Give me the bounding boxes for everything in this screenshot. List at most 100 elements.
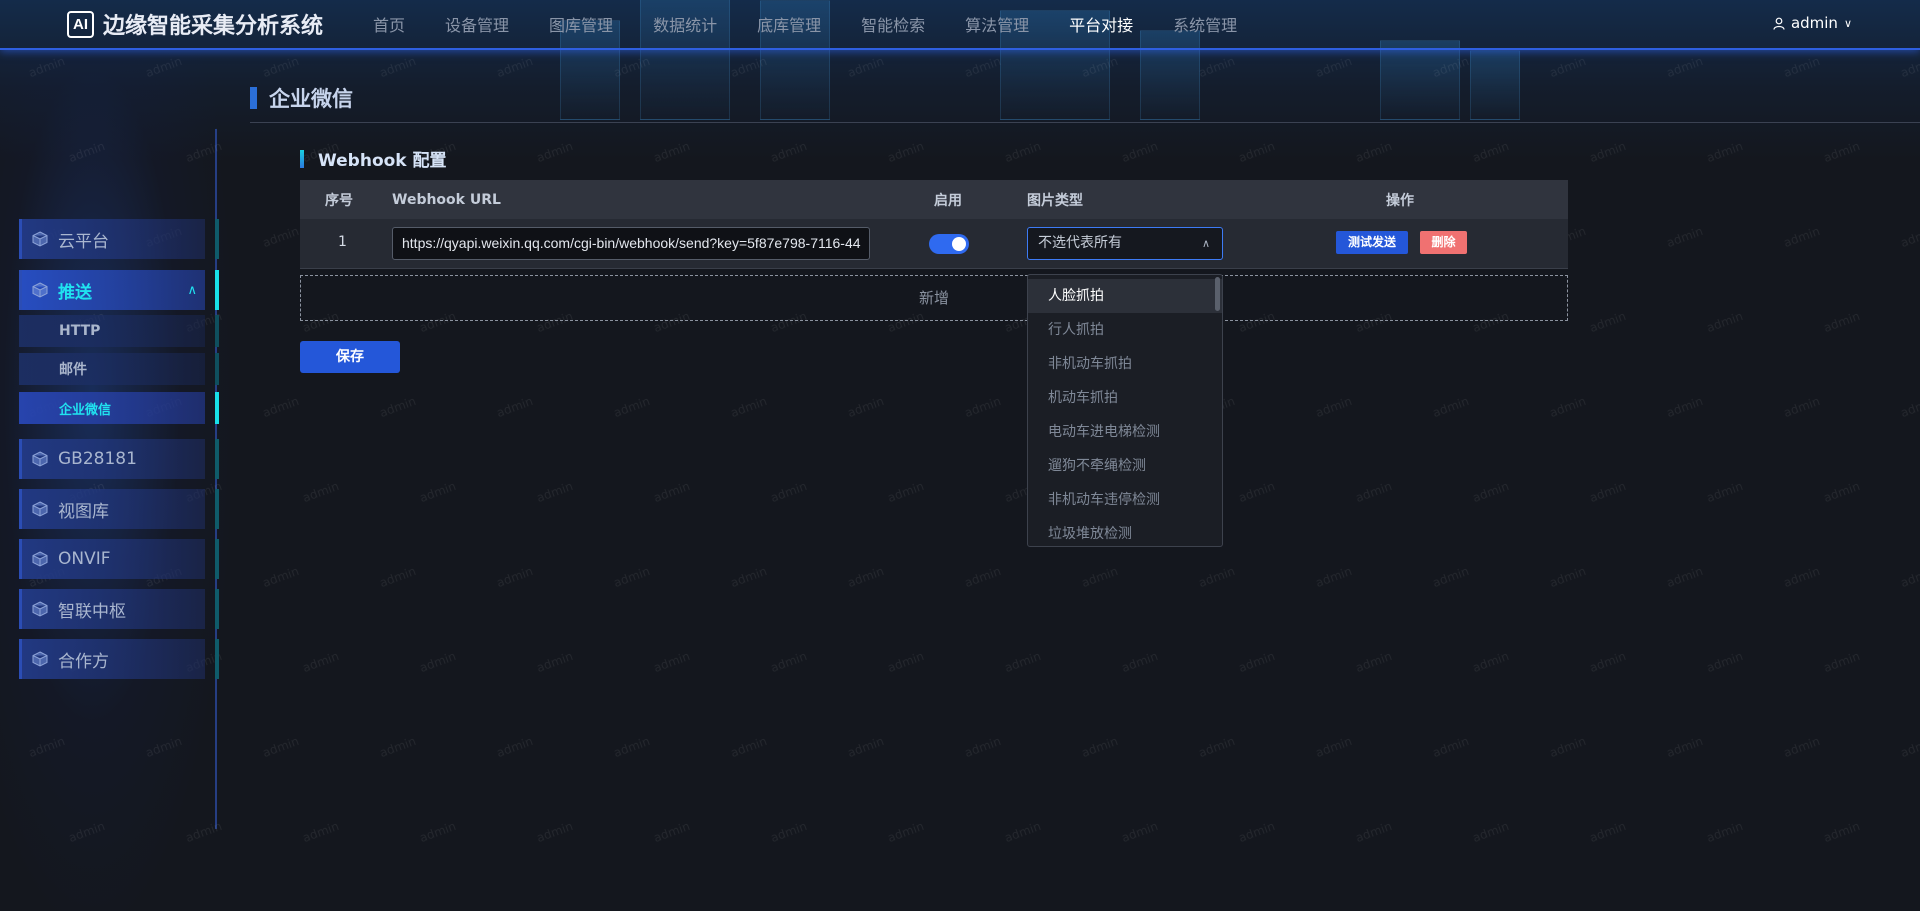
watermark-text: admin xyxy=(183,818,225,846)
user-menu[interactable]: admin ∨ xyxy=(1773,14,1852,32)
watermark-text: admin xyxy=(1236,818,1278,846)
chevron-down-icon: ∨ xyxy=(1843,16,1852,30)
watermark-text: admin xyxy=(377,53,419,81)
watermark-text: admin xyxy=(183,138,225,166)
watermark-text: admin xyxy=(1002,648,1044,676)
watermark-text: admin xyxy=(1119,818,1161,846)
enable-toggle[interactable] xyxy=(929,234,969,254)
watermark-text: admin xyxy=(1898,563,1920,591)
watermark-text: admin xyxy=(300,648,342,676)
table-header: 序号 Webhook URL 启用 图片类型 操作 xyxy=(300,180,1568,219)
dropdown-option[interactable]: 电动车进电梯检测 xyxy=(1028,415,1222,449)
watermark-text: admin xyxy=(1664,393,1706,421)
watermark-text: admin xyxy=(26,53,68,81)
watermark-text: admin xyxy=(1781,393,1823,421)
watermark-text: admin xyxy=(1430,563,1472,591)
dropdown-option[interactable]: 垃圾堆放检测 xyxy=(1028,517,1222,546)
watermark-text: admin xyxy=(260,733,302,761)
dropdown-option[interactable]: 遛狗不牵绳检测 xyxy=(1028,449,1222,483)
nav-item-search[interactable]: 智能检索 xyxy=(861,12,925,36)
column-header-image-type: 图片类型 xyxy=(1027,192,1083,209)
watermark-text: admin xyxy=(260,53,302,81)
watermark-text: admin xyxy=(962,563,1004,591)
watermark-text: admin xyxy=(377,733,419,761)
title-accent-bar xyxy=(250,87,257,109)
sidebar-item-push[interactable]: 推送 ∧ xyxy=(19,270,219,310)
sidebar-item-view-library[interactable]: 视图库 xyxy=(19,489,219,529)
cube-icon xyxy=(32,601,48,617)
dropdown-option[interactable]: 机动车抓拍 xyxy=(1028,381,1222,415)
section-header: Webhook 配置 xyxy=(300,146,447,171)
watermark-text: admin xyxy=(1313,733,1355,761)
watermark-text: admin xyxy=(1353,818,1395,846)
watermark-text: admin xyxy=(1664,223,1706,251)
column-header-actions: 操作 xyxy=(1386,192,1414,209)
webhook-url-input[interactable]: https://qyapi.weixin.qq.com/cgi-bin/webh… xyxy=(392,227,870,260)
watermark-text: admin xyxy=(1353,138,1395,166)
sidebar-item-cloud-platform[interactable]: 云平台 xyxy=(19,219,219,259)
watermark-text: admin xyxy=(1587,818,1629,846)
dropdown-option[interactable]: 非机动车抓拍 xyxy=(1028,347,1222,381)
sidebar-item-gb28181[interactable]: GB28181 xyxy=(19,439,219,479)
sidebar-item-partner[interactable]: 合作方 xyxy=(19,639,219,679)
watermark-text: admin xyxy=(1470,138,1512,166)
watermark-text: admin xyxy=(66,138,108,166)
watermark-text: admin xyxy=(611,733,653,761)
watermark-text: admin xyxy=(1236,138,1278,166)
sidebar-subitem-http[interactable]: HTTP xyxy=(19,315,219,347)
watermark-text: admin xyxy=(962,53,1004,81)
watermark-text: admin xyxy=(260,563,302,591)
sidebar-item-onvif[interactable]: ONVIF xyxy=(19,539,219,579)
image-type-select[interactable]: 不选代表所有 ∧ xyxy=(1027,227,1223,260)
top-header: AI 边缘智能采集分析系统 首页 设备管理 图库管理 数据统计 底库管理 智能检… xyxy=(0,0,1920,50)
page-header: 企业微信 xyxy=(250,83,353,113)
nav-item-system[interactable]: 系统管理 xyxy=(1173,12,1237,36)
watermark-text: admin xyxy=(1547,733,1589,761)
main-nav: 首页 设备管理 图库管理 数据统计 底库管理 智能检索 算法管理 平台对接 系统… xyxy=(353,12,1257,36)
add-row-button[interactable]: 新增 xyxy=(300,275,1568,321)
watermark-text: admin xyxy=(845,393,887,421)
watermark-text: admin xyxy=(377,393,419,421)
watermark-text: admin xyxy=(26,733,68,761)
watermark-text: admin xyxy=(1196,53,1238,81)
nav-item-gallery[interactable]: 图库管理 xyxy=(549,12,613,36)
sidebar-subitem-email[interactable]: 邮件 xyxy=(19,353,219,385)
watermark-text: admin xyxy=(1430,53,1472,81)
dropdown-option[interactable]: 人脸抓拍 xyxy=(1028,279,1222,313)
dropdown-option[interactable]: 行人抓拍 xyxy=(1028,313,1222,347)
dropdown-option[interactable]: 非机动车违停检测 xyxy=(1028,483,1222,517)
watermark-text: admin xyxy=(728,733,770,761)
nav-item-statistics[interactable]: 数据统计 xyxy=(653,12,717,36)
sidebar-item-label: 智联中枢 xyxy=(58,601,126,622)
cube-icon xyxy=(32,451,48,467)
column-header-index: 序号 xyxy=(325,192,353,209)
chevron-up-icon: ∧ xyxy=(1201,237,1210,250)
test-send-button[interactable]: 测试发送 xyxy=(1336,231,1408,254)
watermark-text: admin xyxy=(885,818,927,846)
sidebar-subitem-wecom[interactable]: 企业微信 xyxy=(19,392,219,424)
nav-item-home[interactable]: 首页 xyxy=(373,12,405,36)
watermark-text: admin xyxy=(651,818,693,846)
watermark-text: admin xyxy=(1236,648,1278,676)
nav-item-platform[interactable]: 平台对接 xyxy=(1069,12,1133,36)
delete-button[interactable]: 删除 xyxy=(1420,231,1467,254)
row-index: 1 xyxy=(338,234,347,250)
watermark-text: admin xyxy=(1470,648,1512,676)
watermark-text: admin xyxy=(768,478,810,506)
nav-item-device[interactable]: 设备管理 xyxy=(445,12,509,36)
cube-icon xyxy=(32,231,48,247)
nav-item-algorithm[interactable]: 算法管理 xyxy=(965,12,1029,36)
watermark-text: admin xyxy=(1587,308,1629,336)
dropdown-scrollbar[interactable] xyxy=(1215,277,1220,311)
watermark-text: admin xyxy=(962,393,1004,421)
sidebar-item-smart-hub[interactable]: 智联中枢 xyxy=(19,589,219,629)
column-header-enabled: 启用 xyxy=(934,192,962,209)
watermark-text: admin xyxy=(260,393,302,421)
nav-item-base-library[interactable]: 底库管理 xyxy=(757,12,821,36)
watermark-text: admin xyxy=(1002,818,1044,846)
image-type-dropdown: 人脸抓拍 行人抓拍 非机动车抓拍 机动车抓拍 电动车进电梯检测 遛狗不牵绳检测 … xyxy=(1027,274,1223,547)
save-button[interactable]: 保存 xyxy=(300,341,400,373)
watermark-text: admin xyxy=(611,393,653,421)
watermark-text: admin xyxy=(1898,733,1920,761)
watermark-text: admin xyxy=(651,138,693,166)
